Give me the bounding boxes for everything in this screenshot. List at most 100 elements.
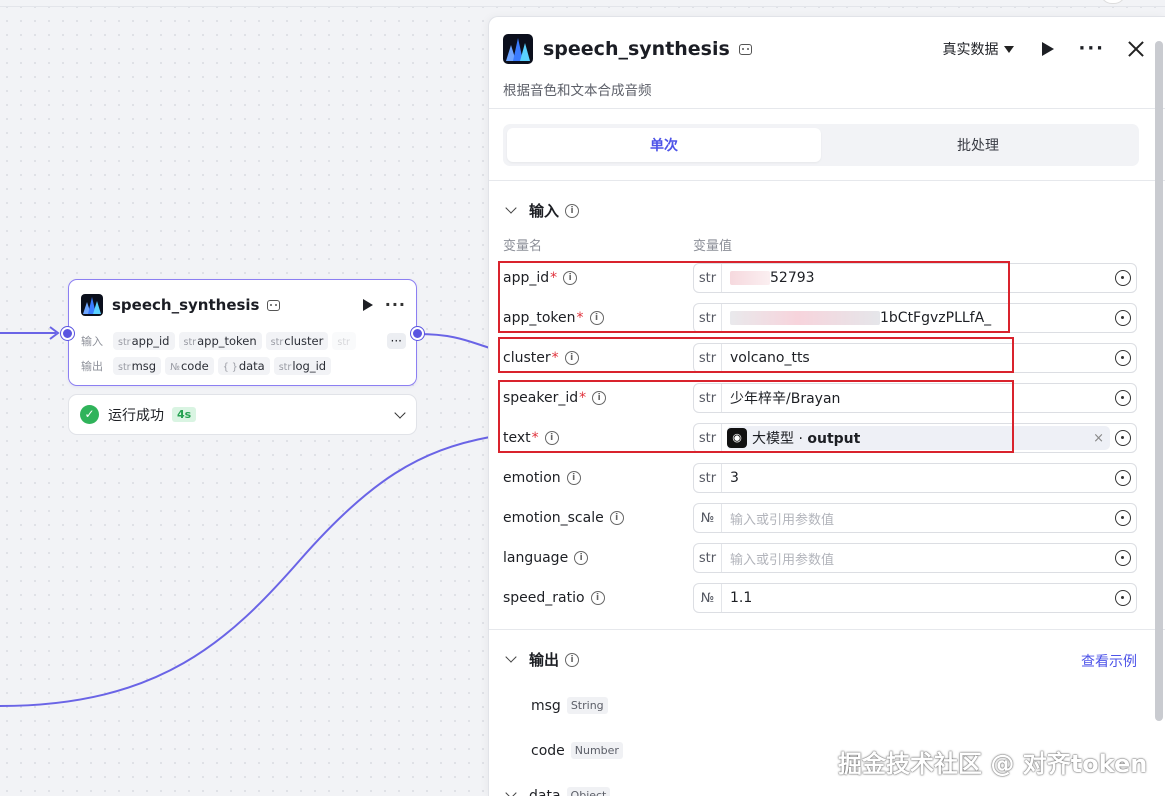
- param-row-speed-ratio: speed_ratio i № 1.1: [503, 583, 1137, 613]
- status-text: 运行成功: [108, 407, 164, 424]
- speaker-id-field[interactable]: str 少年梓辛/Brayan: [693, 383, 1137, 413]
- speed-ratio-field[interactable]: № 1.1: [693, 583, 1137, 613]
- volcano-logo-icon: [503, 34, 533, 64]
- column-header-name: 变量名: [503, 239, 543, 254]
- variable-reference-pill[interactable]: ◉ 大模型 · output ×: [727, 426, 1110, 450]
- language-field[interactable]: str 输入或引用参数值: [693, 543, 1137, 573]
- param-row-speaker-id: speaker_id * i str 少年梓辛/Brayan: [503, 383, 1137, 413]
- node-outputs-row: 输出 strmsg №code { }data strlog_id: [81, 356, 406, 376]
- info-icon[interactable]: i: [566, 471, 581, 485]
- panel-description: 根据音色和文本合成音频: [503, 83, 652, 99]
- param-row-cluster: cluster * i str volcano_tts: [503, 343, 1137, 373]
- panel-more-icon[interactable]: ···: [1078, 40, 1105, 58]
- divider: [489, 108, 1165, 109]
- cluster-field[interactable]: str volcano_tts: [693, 343, 1137, 373]
- param-row-language: language i str 输入或引用参数值: [503, 543, 1137, 573]
- chevron-down-icon: [505, 650, 517, 663]
- speech-synthesis-node[interactable]: speech_synthesis ··· 输入 strapp_id strapp…: [68, 279, 417, 386]
- reference-target-icon[interactable]: [1115, 310, 1131, 326]
- watermark: 掘金技术社区 @ 对齐token: [838, 750, 1148, 778]
- check-circle-icon: ✓: [80, 405, 99, 424]
- emotion-field[interactable]: str 3: [693, 463, 1137, 493]
- chevron-down-icon[interactable]: [394, 406, 406, 419]
- run-status-bar[interactable]: ✓ 运行成功 4s: [68, 394, 417, 435]
- run-mode-tabs: 单次 批处理: [503, 124, 1139, 166]
- run-node-icon[interactable]: [362, 299, 373, 311]
- inputs-label: 输入: [81, 335, 103, 348]
- info-icon[interactable]: i: [574, 551, 589, 565]
- reference-target-icon[interactable]: [1115, 350, 1131, 366]
- input-chip: strapp_token: [178, 332, 262, 350]
- output-item[interactable]: data Object: [503, 786, 611, 796]
- param-row-app-token: app_token * i str 1bCtFgvzPLLfA_: [503, 303, 1137, 333]
- tab-batch[interactable]: 批处理: [821, 128, 1135, 162]
- output-item: code Number: [531, 742, 623, 759]
- clear-reference-icon[interactable]: ×: [1093, 431, 1104, 446]
- app-token-field[interactable]: str 1bCtFgvzPLLfA_: [693, 303, 1137, 333]
- output-section-header[interactable]: 输出 i: [503, 649, 580, 670]
- text-field[interactable]: str ◉ 大模型 · output ×: [693, 423, 1137, 453]
- info-icon[interactable]: i: [609, 511, 624, 525]
- input-chip: str: [332, 332, 356, 350]
- plugin-bot-icon: [266, 299, 280, 311]
- reference-target-icon[interactable]: [1115, 510, 1131, 526]
- plugin-bot-icon: [738, 43, 752, 55]
- divider: [489, 180, 1165, 181]
- chevron-down-icon: [505, 786, 517, 796]
- reference-target-icon[interactable]: [1115, 390, 1131, 406]
- node-more-icon[interactable]: ···: [385, 297, 406, 313]
- output-item: msg String: [531, 697, 608, 714]
- param-row-emotion: emotion i str 3: [503, 463, 1137, 493]
- input-handle[interactable]: [61, 327, 74, 340]
- outgoing-wire: [417, 333, 491, 349]
- node-inputs-row: 输入 strapp_id strapp_token strcluster str…: [81, 331, 406, 351]
- reference-target-icon[interactable]: [1115, 470, 1131, 486]
- param-row-app-id: app_id * i str 52793: [503, 263, 1137, 293]
- reference-target-icon[interactable]: [1115, 550, 1131, 566]
- output-chip: strlog_id: [273, 357, 332, 375]
- run-test-icon[interactable]: [1042, 42, 1055, 56]
- panel-title: speech_synthesis: [543, 38, 730, 60]
- outputs-label: 输出: [81, 360, 103, 373]
- reference-target-icon[interactable]: [1115, 430, 1131, 446]
- redacted-mask: [730, 311, 880, 325]
- panel-scrollbar[interactable]: [1155, 41, 1163, 721]
- info-icon[interactable]: i: [563, 271, 578, 285]
- param-row-emotion-scale: emotion_scale i № 输入或引用参数值: [503, 503, 1137, 533]
- info-icon[interactable]: i: [589, 311, 604, 325]
- info-icon[interactable]: i: [592, 391, 607, 405]
- node-title: speech_synthesis: [112, 296, 260, 314]
- output-chip: №code: [165, 357, 214, 375]
- input-section-header[interactable]: 输入 i: [503, 200, 580, 221]
- reference-target-icon[interactable]: [1115, 270, 1131, 286]
- param-row-text: text * i str ◉ 大模型 · output ×: [503, 423, 1137, 453]
- redacted-mask: [730, 271, 770, 285]
- volcano-logo-icon: [81, 294, 103, 316]
- run-duration-badge: 4s: [172, 407, 197, 422]
- column-header-value: 变量值: [693, 239, 733, 254]
- input-chip: strcluster: [265, 332, 329, 350]
- info-icon[interactable]: i: [544, 431, 559, 445]
- info-icon[interactable]: i: [564, 351, 579, 365]
- more-inputs-button[interactable]: ···: [386, 333, 406, 349]
- chevron-down-icon: [505, 201, 517, 214]
- emotion-scale-field[interactable]: № 输入或引用参数值: [693, 503, 1137, 533]
- output-chip: { }data: [217, 357, 270, 375]
- info-icon[interactable]: i: [565, 203, 580, 218]
- input-chip: strapp_id: [113, 332, 175, 350]
- divider: [489, 629, 1165, 630]
- app-id-field[interactable]: str 52793: [693, 263, 1137, 293]
- close-icon[interactable]: [1127, 40, 1145, 58]
- info-icon[interactable]: i: [590, 591, 605, 605]
- llm-node-icon: ◉: [727, 428, 747, 448]
- loop-wire: [0, 436, 491, 707]
- output-chip: strmsg: [113, 357, 162, 375]
- info-icon[interactable]: i: [565, 652, 580, 667]
- view-example-link[interactable]: 查看示例: [1081, 651, 1137, 671]
- data-mode-select[interactable]: 真实数据: [942, 39, 1015, 59]
- caret-down-icon: [1004, 45, 1015, 53]
- output-handle[interactable]: [411, 327, 424, 340]
- node-detail-panel: speech_synthesis 真实数据 ··· 根据音色和文本合成音频 单次…: [488, 16, 1165, 796]
- reference-target-icon[interactable]: [1115, 590, 1131, 606]
- tab-single[interactable]: 单次: [507, 128, 821, 162]
